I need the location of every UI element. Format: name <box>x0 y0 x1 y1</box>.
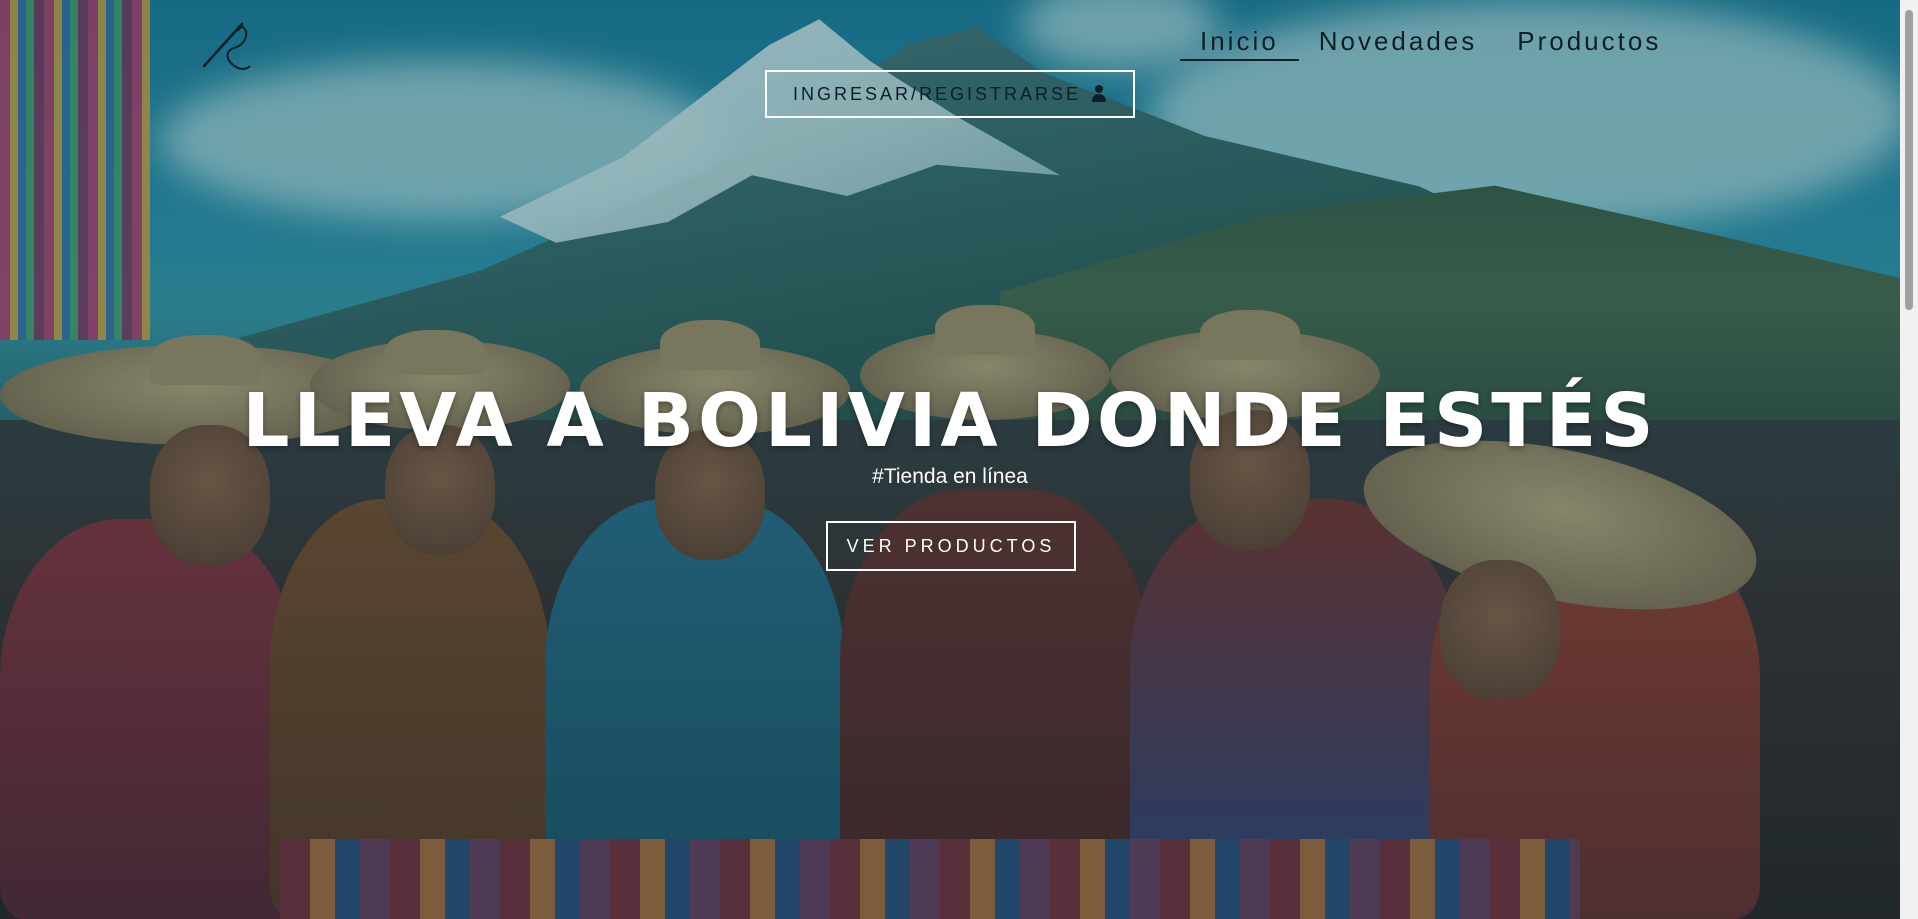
nav-productos[interactable]: Productos <box>1497 26 1681 61</box>
user-icon <box>1091 85 1107 103</box>
scrollbar-thumb[interactable] <box>1905 10 1913 310</box>
hero-subtitle: #Tienda en línea <box>872 465 1028 488</box>
main-nav: Inicio Novedades Productos <box>1180 26 1681 61</box>
nav-novedades[interactable]: Novedades <box>1299 26 1498 61</box>
nav-inicio[interactable]: Inicio <box>1180 26 1299 61</box>
view-products-button[interactable]: VER PRODUCTOS <box>826 521 1076 571</box>
login-register-label: INGRESAR/REGISTRARSE <box>792 83 1082 104</box>
hero-title: LLEVA A BOLIVIA DONDE ESTÉS <box>242 378 1658 464</box>
page-scrollbar[interactable] <box>1900 0 1918 919</box>
login-register-button[interactable]: INGRESAR/REGISTRARSE <box>765 70 1135 118</box>
needle-thread-icon[interactable] <box>198 18 254 74</box>
